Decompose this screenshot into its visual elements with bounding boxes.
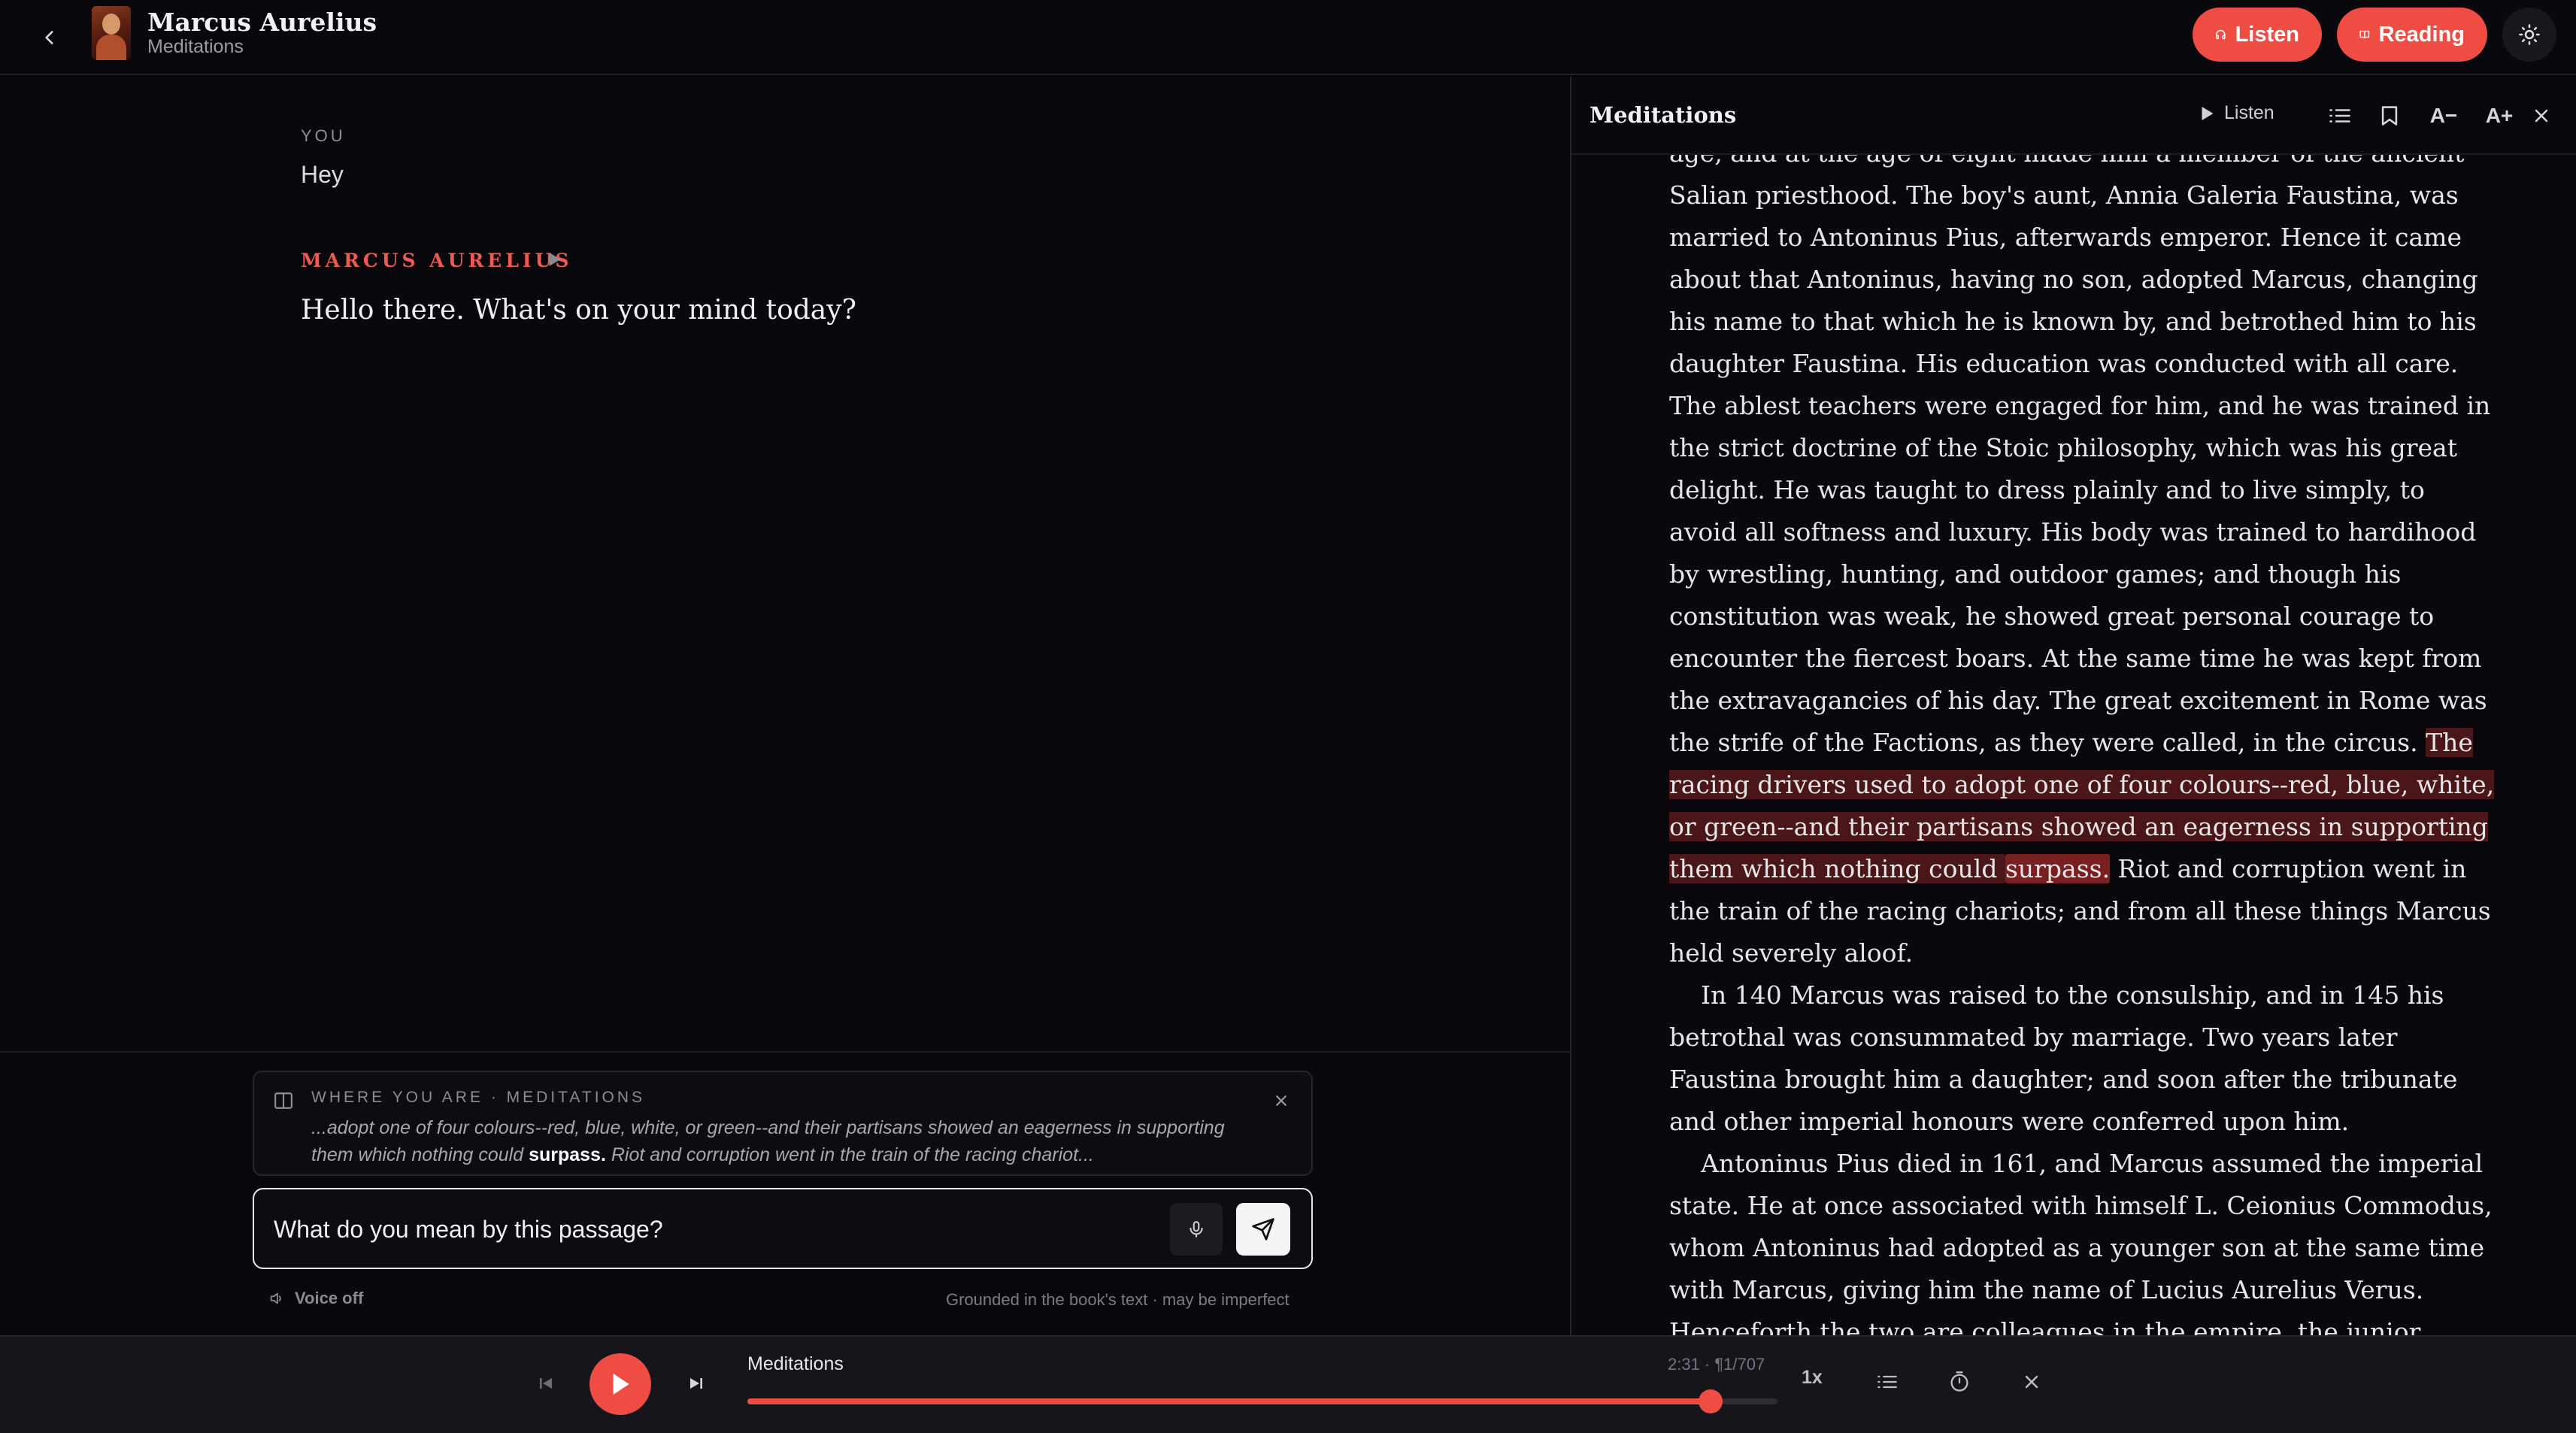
- book-subtitle: Meditations: [147, 36, 244, 57]
- context-close-button[interactable]: [1271, 1090, 1292, 1111]
- audio-player-bar: Meditations 2:31 · ¶1/707 1x: [0, 1335, 2576, 1433]
- book-open-icon: [2359, 30, 2370, 39]
- play-button[interactable]: [589, 1353, 651, 1415]
- reading-button-label: Reading: [2378, 22, 2465, 47]
- highlighted-current-word[interactable]: surpass.: [2005, 854, 2111, 883]
- skip-back-icon: [540, 1378, 552, 1389]
- chat-composer: [253, 1188, 1313, 1269]
- close-icon: [2535, 109, 2548, 123]
- progress-bar[interactable]: [747, 1389, 1777, 1413]
- reader-body: age, and at the age of eight made him a …: [1669, 132, 2496, 1335]
- voice-toggle-label: Voice off: [295, 1289, 364, 1307]
- send-icon: [1252, 1218, 1274, 1241]
- reader-listen-label: Listen: [2224, 102, 2274, 123]
- player-close-button[interactable]: [2015, 1365, 2048, 1398]
- reader-close-button[interactable]: [2525, 99, 2558, 132]
- previous-button[interactable]: [531, 1368, 561, 1398]
- playback-speed-button[interactable]: 1x: [1802, 1367, 1823, 1389]
- send-button[interactable]: [1236, 1203, 1290, 1256]
- timer-icon: [1950, 1371, 1968, 1392]
- ai-message-label: MARCUS AURELIUS: [301, 250, 573, 271]
- reader-text: age, and at the age of eight made him a …: [1669, 138, 2491, 757]
- mic-button[interactable]: [1170, 1203, 1223, 1256]
- font-smaller-button[interactable]: A−: [2423, 99, 2465, 132]
- play-icon: [613, 1374, 629, 1395]
- back-button[interactable]: [33, 21, 66, 54]
- reader-paragraph: In 140 Marcus was raised to the consulsh…: [1669, 980, 2458, 1136]
- bookmark-button[interactable]: [2373, 99, 2406, 132]
- context-excerpt: ...adopt one of four colours--red, blue,…: [311, 1114, 1259, 1168]
- player-chapters-button[interactable]: [1871, 1365, 1904, 1398]
- author-avatar: [92, 6, 131, 60]
- reader-title: Meditations: [1590, 102, 1737, 128]
- list-icon: [1877, 1375, 1897, 1389]
- table-of-contents-button[interactable]: [2323, 99, 2356, 132]
- context-card: WHERE YOU ARE · MEDITATIONS ...adopt one…: [253, 1071, 1313, 1176]
- font-larger-button[interactable]: A+: [2478, 99, 2520, 132]
- list-icon: [2329, 109, 2350, 123]
- top-header: Marcus Aurelius Meditations Listen Readi…: [0, 0, 2576, 75]
- play-icon: [549, 253, 561, 266]
- reading-button[interactable]: Reading: [2337, 8, 2487, 62]
- context-excerpt-focus-word: surpass.: [529, 1144, 606, 1165]
- chevron-left-icon: [45, 31, 53, 44]
- author-name: Marcus Aurelius: [147, 8, 377, 37]
- grounded-note: Grounded in the book's text · may be imp…: [946, 1290, 1290, 1309]
- context-label: WHERE YOU ARE · MEDITATIONS: [311, 1089, 646, 1106]
- voice-toggle[interactable]: Voice off: [268, 1289, 363, 1308]
- headphones-icon: [2216, 29, 2226, 40]
- next-button[interactable]: [681, 1368, 711, 1398]
- chat-input[interactable]: [274, 1209, 1176, 1250]
- chat-divider: [0, 1051, 1570, 1053]
- sleep-timer-button[interactable]: [1943, 1365, 1976, 1398]
- mic-icon: [1190, 1221, 1203, 1238]
- progress-fill: [747, 1398, 1711, 1404]
- listen-button-label: Listen: [2235, 22, 2299, 47]
- reader-panel: Meditations Listen A− A+ age, and at the…: [1570, 77, 2576, 1335]
- user-message-text: Hey: [301, 161, 344, 188]
- chat-panel: YOU Hey MARCUS AURELIUS Hello there. Wha…: [0, 77, 1570, 1335]
- close-icon: [2025, 1375, 2038, 1389]
- speaker-icon: [270, 1292, 281, 1304]
- ai-message-text: Hello there. What's on your mind today?: [301, 295, 856, 326]
- listen-button[interactable]: Listen: [2193, 8, 2322, 62]
- bookmark-icon: [2381, 106, 2398, 126]
- book-open-icon: [274, 1092, 295, 1110]
- reader-paragraph: age, and at the age of eight made him a …: [1669, 132, 2496, 974]
- reader-toolbar: Meditations Listen A− A+: [1571, 77, 2576, 155]
- player-title: Meditations: [747, 1353, 844, 1374]
- progress-thumb[interactable]: [1698, 1389, 1723, 1413]
- context-excerpt-after: Riot and corruption went in the train of…: [605, 1144, 1094, 1165]
- skip-forward-icon: [690, 1378, 702, 1389]
- play-icon: [2202, 106, 2214, 120]
- close-icon: [1276, 1095, 1286, 1106]
- play-message-button[interactable]: [549, 251, 564, 268]
- sun-icon: [2519, 24, 2540, 45]
- theme-toggle-button[interactable]: [2502, 8, 2556, 62]
- player-position: 2:31 · ¶1/707: [1668, 1355, 1765, 1374]
- reader-paragraph: Antoninus Pius died in 161, and Marcus a…: [1669, 1149, 2493, 1335]
- reader-listen-button[interactable]: Listen: [2202, 102, 2274, 124]
- user-message-label: YOU: [301, 126, 346, 145]
